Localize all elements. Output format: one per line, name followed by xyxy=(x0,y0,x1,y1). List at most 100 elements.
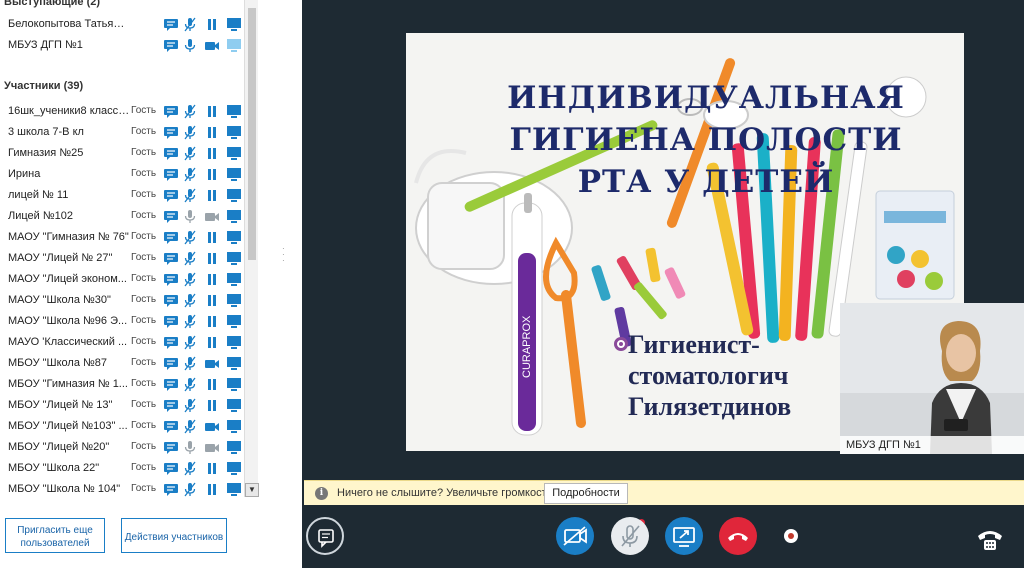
chat-icon[interactable] xyxy=(163,461,179,476)
chat-icon[interactable] xyxy=(163,398,179,413)
hold-icon[interactable] xyxy=(204,230,220,245)
mic-muted-icon[interactable] xyxy=(182,146,198,161)
share-content-button[interactable] xyxy=(665,517,703,555)
content-icon[interactable] xyxy=(226,335,242,350)
scrollbar-thumb[interactable] xyxy=(248,8,256,260)
chat-icon[interactable] xyxy=(163,335,179,350)
details-button[interactable]: Подробности xyxy=(544,483,628,504)
hold-icon[interactable] xyxy=(204,251,220,266)
chat-icon[interactable] xyxy=(163,17,179,32)
content-icon[interactable] xyxy=(226,230,242,245)
participant-row[interactable]: МБОУ "Школа № 104" Гость xyxy=(0,479,244,497)
participant-row[interactable]: МБОУ "Лицей №103" ... Гость xyxy=(0,416,244,437)
mic-muted-icon[interactable] xyxy=(182,335,198,350)
mic-muted-icon[interactable] xyxy=(182,419,198,434)
content-icon[interactable] xyxy=(226,104,242,119)
invite-more-users-button[interactable]: Пригласить еще пользователей xyxy=(5,518,105,553)
content-active-icon[interactable] xyxy=(226,38,242,53)
hold-icon[interactable] xyxy=(204,167,220,182)
hold-icon[interactable] xyxy=(204,188,220,203)
mic-muted-icon[interactable] xyxy=(182,293,198,308)
chat-icon[interactable] xyxy=(163,251,179,266)
hold-icon[interactable] xyxy=(204,146,220,161)
camera-toggle-button[interactable] xyxy=(556,517,594,555)
video-inactive-icon[interactable] xyxy=(204,209,220,224)
participant-row[interactable]: МАОУ "Гимназия № 76" Гость xyxy=(0,227,244,248)
participants-header[interactable]: Участники (39) xyxy=(4,80,83,92)
mic-muted-icon[interactable] xyxy=(182,230,198,245)
mic-muted-icon[interactable] xyxy=(182,356,198,371)
participant-row[interactable]: Лицей №102 Гость xyxy=(0,206,244,227)
content-icon[interactable] xyxy=(226,293,242,308)
content-icon[interactable] xyxy=(226,125,242,140)
chat-icon[interactable] xyxy=(163,293,179,308)
hold-icon[interactable] xyxy=(204,335,220,350)
video-icon[interactable] xyxy=(204,38,220,53)
chat-icon[interactable] xyxy=(163,419,179,434)
presenter-video[interactable]: МБУЗ ДГП №1 xyxy=(840,303,1024,454)
scroll-down-arrow-icon[interactable]: ▼ xyxy=(245,483,259,497)
mic-muted-icon[interactable] xyxy=(182,125,198,140)
hang-up-button[interactable] xyxy=(719,517,757,555)
mic-muted-icon[interactable] xyxy=(182,398,198,413)
content-icon[interactable] xyxy=(226,188,242,203)
chat-icon[interactable] xyxy=(163,104,179,119)
mic-muted-icon[interactable] xyxy=(182,188,198,203)
content-icon[interactable] xyxy=(226,482,242,497)
hold-icon[interactable] xyxy=(204,314,220,329)
chat-button[interactable] xyxy=(306,517,344,555)
chat-icon[interactable] xyxy=(163,272,179,287)
chat-icon[interactable] xyxy=(163,146,179,161)
chat-icon[interactable] xyxy=(163,482,179,497)
participant-row[interactable]: МАОУ "Школа №96 Э... Гость xyxy=(0,311,244,332)
hold-icon[interactable] xyxy=(204,17,220,32)
participants-scrollbar[interactable]: ▼ xyxy=(244,0,259,497)
mic-muted-icon[interactable] xyxy=(182,104,198,119)
hold-icon[interactable] xyxy=(204,272,220,287)
chat-icon[interactable] xyxy=(163,125,179,140)
mic-muted-icon[interactable] xyxy=(182,482,198,497)
microphone-toggle-button[interactable] xyxy=(611,517,649,555)
participant-row[interactable]: МБОУ "Лицей № 13" Гость xyxy=(0,395,244,416)
chat-icon[interactable] xyxy=(163,209,179,224)
mic-inactive-icon[interactable] xyxy=(182,209,198,224)
content-icon[interactable] xyxy=(226,272,242,287)
content-icon[interactable] xyxy=(226,314,242,329)
participant-row[interactable]: МБОУ "Гимназия № 1... Гость xyxy=(0,374,244,395)
content-icon[interactable] xyxy=(226,146,242,161)
chat-icon[interactable] xyxy=(163,230,179,245)
hold-icon[interactable] xyxy=(204,377,220,392)
video-inactive-icon[interactable] xyxy=(204,440,220,455)
mic-muted-icon[interactable] xyxy=(182,17,198,32)
hold-icon[interactable] xyxy=(204,461,220,476)
participant-row[interactable]: 16шк_ученики8 классов Гость xyxy=(0,101,244,122)
hold-icon[interactable] xyxy=(204,398,220,413)
hold-icon[interactable] xyxy=(204,125,220,140)
chat-icon[interactable] xyxy=(163,314,179,329)
participant-row[interactable]: МАОУ "Школа №30" Гость xyxy=(0,290,244,311)
chat-icon[interactable] xyxy=(163,377,179,392)
participant-row[interactable]: 3 школа 7-В кл Гость xyxy=(0,122,244,143)
mic-muted-icon[interactable] xyxy=(182,251,198,266)
participant-row[interactable]: Ирина Гость xyxy=(0,164,244,185)
hold-icon[interactable] xyxy=(204,104,220,119)
participant-row[interactable]: МБОУ "Лицей №20" Гость xyxy=(0,437,244,458)
participant-row[interactable]: МБОУ "Школа №87 Гость xyxy=(0,353,244,374)
participant-row[interactable]: лицей № 11 Гость xyxy=(0,185,244,206)
chat-icon[interactable] xyxy=(163,167,179,182)
chat-icon[interactable] xyxy=(163,356,179,371)
record-icon[interactable] xyxy=(784,529,798,543)
call-controls-button[interactable] xyxy=(972,524,1008,554)
content-icon[interactable] xyxy=(226,167,242,182)
mic-muted-icon[interactable] xyxy=(182,272,198,287)
mic-muted-icon[interactable] xyxy=(182,314,198,329)
mic-icon[interactable] xyxy=(182,38,198,53)
panel-splitter[interactable] xyxy=(262,0,302,568)
chat-icon[interactable] xyxy=(163,38,179,53)
chat-icon[interactable] xyxy=(163,188,179,203)
content-icon[interactable] xyxy=(226,251,242,266)
mic-muted-icon[interactable] xyxy=(182,377,198,392)
hold-icon[interactable] xyxy=(204,482,220,497)
mic-muted-icon[interactable] xyxy=(182,167,198,182)
video-icon[interactable] xyxy=(204,419,220,434)
